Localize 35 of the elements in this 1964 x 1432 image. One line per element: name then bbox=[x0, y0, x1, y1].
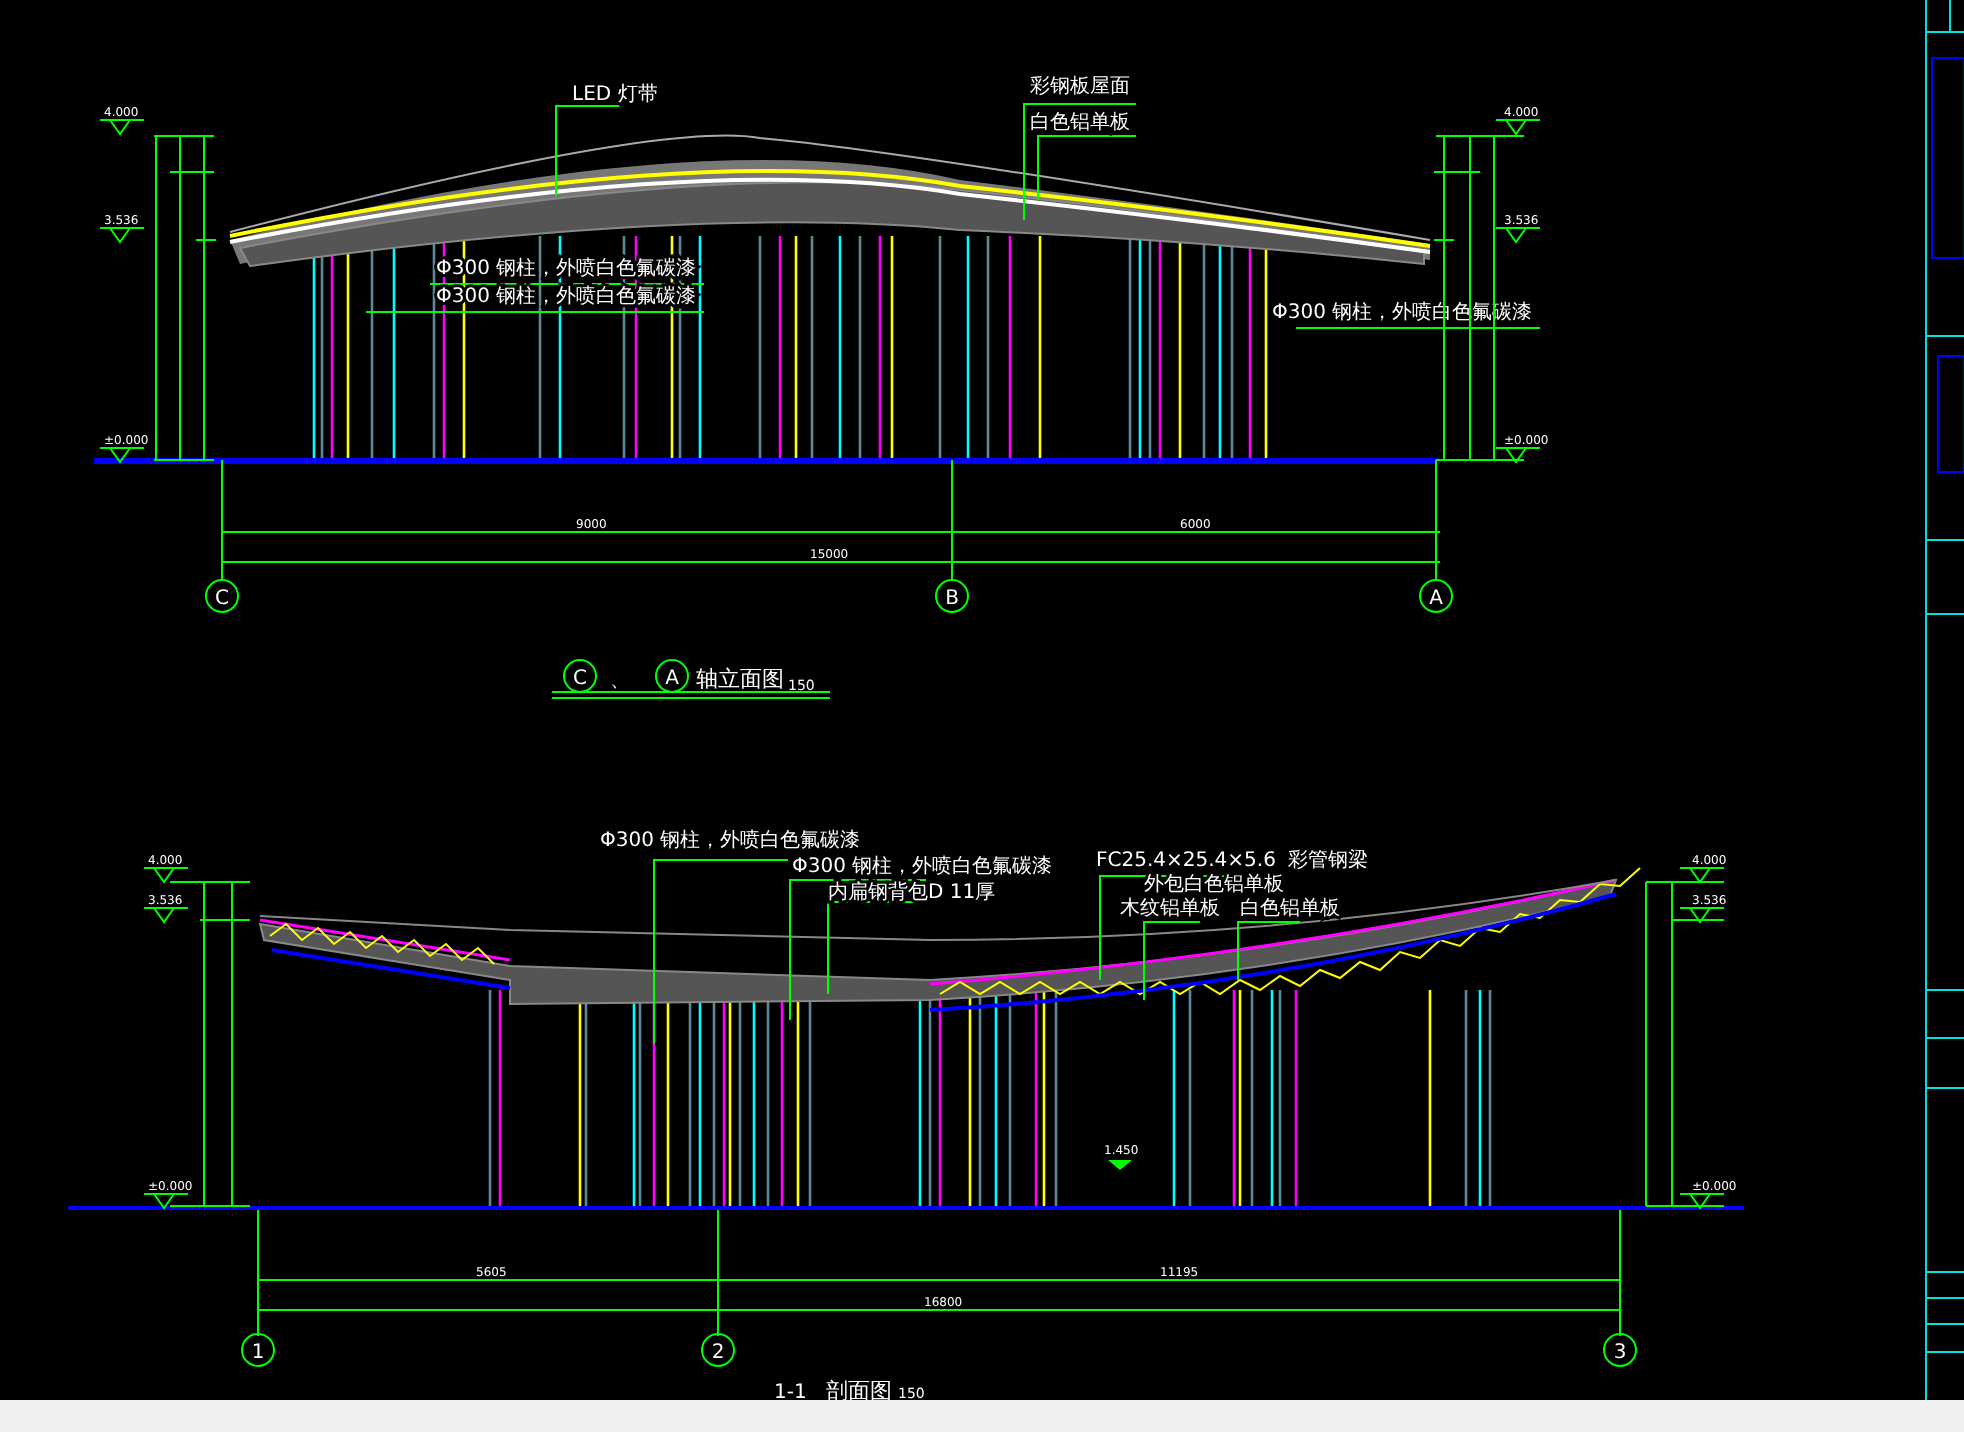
level-marker-icon bbox=[143, 907, 189, 924]
drawing-title: 轴立面图 bbox=[696, 666, 784, 692]
section-number: 1-1 bbox=[774, 1382, 807, 1400]
annotation-text: Φ300 钢柱，外喷白色氟碳漆 bbox=[600, 830, 861, 852]
annotation-text: 白色铝单板 bbox=[1240, 898, 1340, 920]
level-marker-icon bbox=[143, 867, 189, 884]
annotation-text: Φ300 钢柱，外喷白色氟碳漆 bbox=[792, 856, 1053, 878]
level-marker-icon bbox=[1495, 447, 1541, 464]
annotation-text: 外包白色铝单板 bbox=[1144, 874, 1284, 896]
annotation-text: LED 灯带 bbox=[572, 84, 658, 106]
level-marker-icon bbox=[99, 447, 145, 464]
axis-marker: 3 bbox=[1603, 1333, 1637, 1367]
level-marker-icon bbox=[1495, 119, 1541, 136]
level-marker-icon bbox=[143, 1193, 189, 1210]
level-marker-icon bbox=[99, 119, 145, 136]
level-marker-icon bbox=[99, 227, 145, 244]
axis-marker: B bbox=[935, 579, 969, 613]
level-marker-icon bbox=[1495, 227, 1541, 244]
annotation-text: 内扁钢背包D 11厚 bbox=[828, 882, 996, 904]
axis-marker: A bbox=[1419, 579, 1453, 613]
axis-marker: 1 bbox=[241, 1333, 275, 1367]
axis-marker: C bbox=[205, 579, 239, 613]
axis-marker: C bbox=[563, 659, 597, 693]
axis-marker: 2 bbox=[701, 1333, 735, 1367]
annotation-text: 木纹铝单板 bbox=[1120, 898, 1220, 920]
title-separator: 、 bbox=[610, 670, 630, 692]
annotation-text: 彩管钢梁 bbox=[1288, 850, 1368, 872]
level-marker-icon bbox=[1679, 1193, 1725, 1210]
annotation-text: FC25.4×25.4×5.6 bbox=[1096, 850, 1276, 872]
annotation-text: 彩钢板屋面 bbox=[1030, 76, 1130, 98]
annotation-text: 白色铝单板 bbox=[1030, 112, 1130, 134]
level-marker-icon bbox=[1679, 907, 1725, 924]
axis-marker: A bbox=[655, 659, 689, 693]
level-marker-icon bbox=[1108, 1160, 1132, 1170]
level-marker-icon bbox=[1679, 867, 1725, 884]
